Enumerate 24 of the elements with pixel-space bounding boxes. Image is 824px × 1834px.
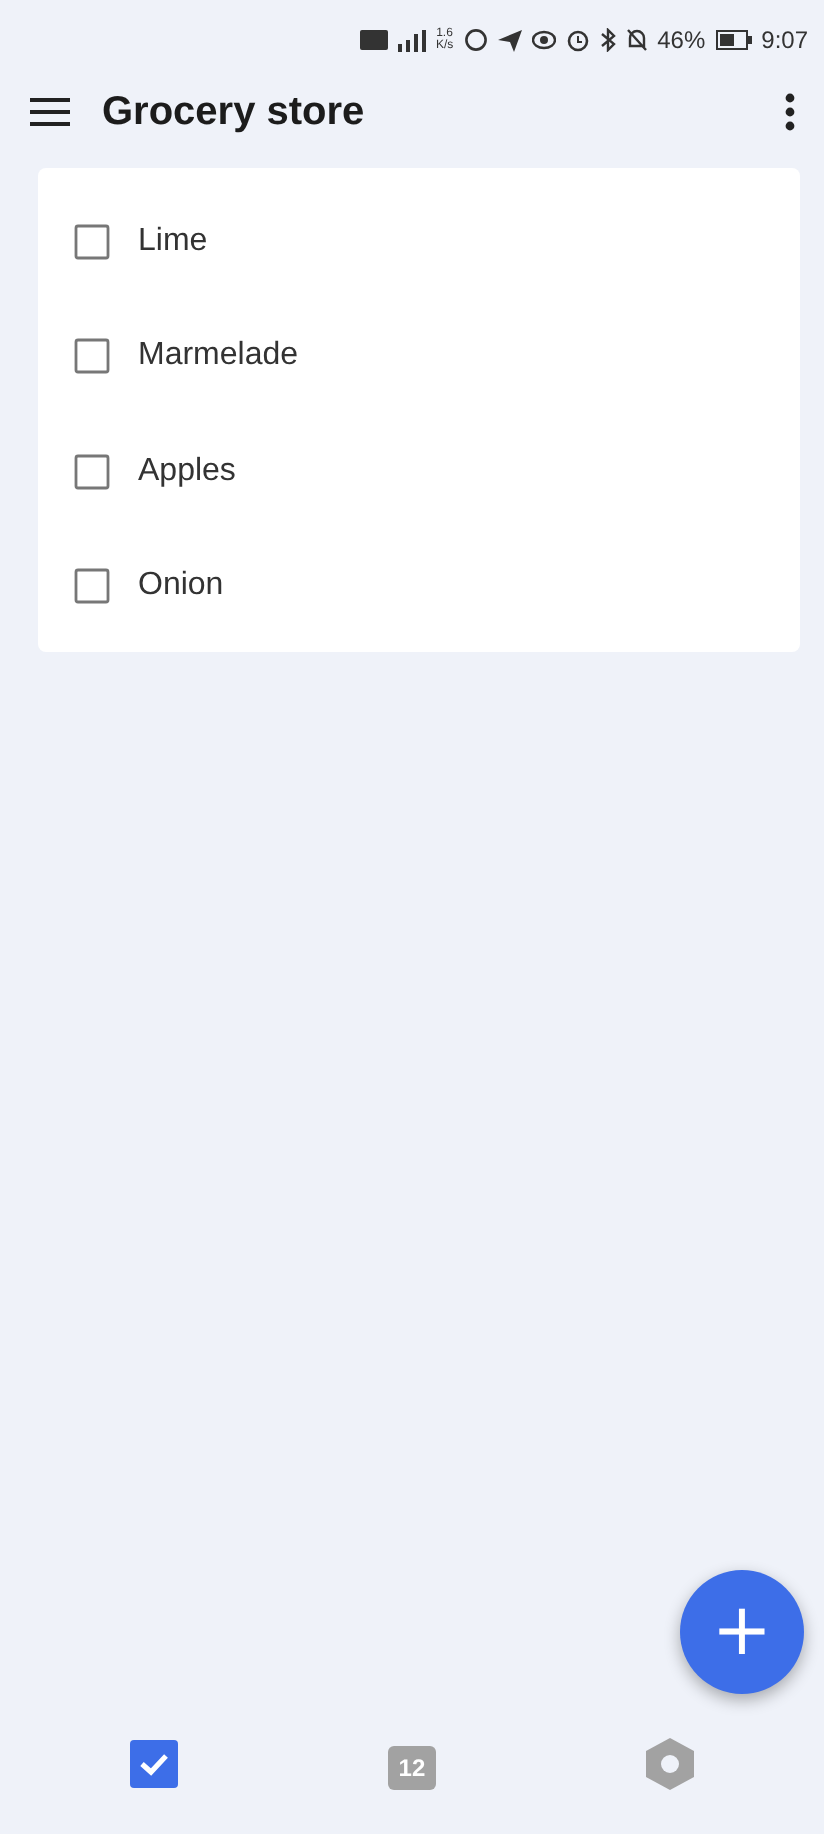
send-icon [497,29,522,51]
item-label: Lime [138,223,208,260]
checkbox[interactable] [74,223,110,260]
mute-icon [625,28,648,52]
calendar-icon[interactable]: 12 [387,1745,436,1789]
settings-icon[interactable] [646,1738,695,1790]
item-label: Onion [138,568,224,605]
checkbox-icon[interactable] [129,1740,178,1788]
bluetooth-icon [599,28,616,52]
clock: 9:07 [761,26,808,54]
checkbox[interactable] [74,568,110,605]
screen-title: Grocery store [102,89,367,135]
battery-percent: 46% [657,26,706,54]
alarm-icon [565,28,590,52]
signal-icon [397,29,426,51]
item-label: Marmelade [138,338,299,375]
add-button[interactable]: + [680,1570,804,1694]
battery-icon [715,30,752,50]
checkbox[interactable] [74,453,110,490]
menu-icon[interactable] [30,96,70,128]
item-label: Apples [138,453,236,490]
eye-icon [531,30,556,50]
more-options-icon[interactable] [784,92,796,132]
checkbox[interactable] [74,338,110,375]
